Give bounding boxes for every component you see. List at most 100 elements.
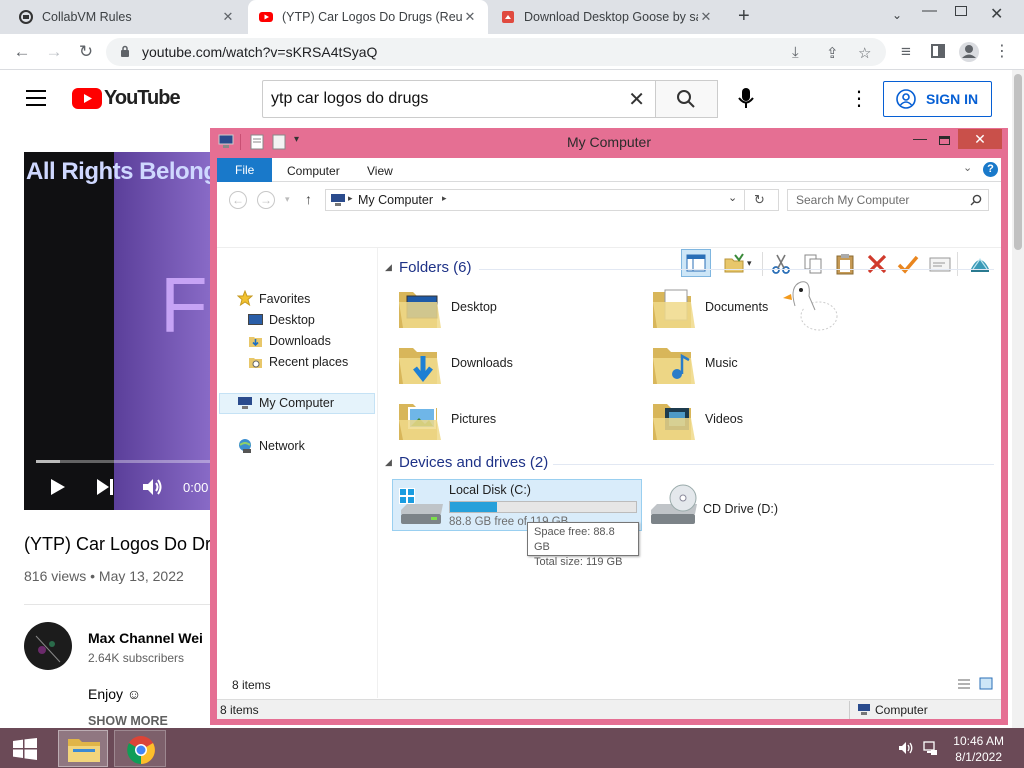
- folder-pictures[interactable]: Pictures: [397, 394, 496, 444]
- media-queue-icon[interactable]: ≡: [894, 40, 918, 64]
- window-minimize-icon[interactable]: —: [908, 130, 932, 146]
- restore-icon[interactable]: [955, 6, 967, 16]
- search-box[interactable]: Search My Computer: [787, 189, 989, 211]
- show-more-button[interactable]: SHOW MORE: [88, 714, 168, 728]
- taskbar-file-explorer[interactable]: [58, 730, 108, 767]
- new-tab-icon[interactable]: +: [738, 5, 750, 28]
- large-icons-view-icon[interactable]: [979, 677, 993, 690]
- preview-pane-button[interactable]: [681, 249, 711, 277]
- browser-menu-icon[interactable]: ⋮: [990, 40, 1014, 64]
- forward-icon[interactable]: →: [257, 191, 275, 209]
- nav-desktop[interactable]: Desktop: [248, 313, 315, 327]
- tab-desktop-goose[interactable]: Download Desktop Goose by sam ✕: [490, 0, 724, 34]
- share-icon[interactable]: ⇪: [826, 44, 839, 62]
- youtube-search-input[interactable]: ytp car logos do drugs ✕: [262, 80, 656, 118]
- explorer-window[interactable]: ▾ My Computer — ✕ File Computer View ⌄ ?…: [210, 128, 1008, 725]
- folder-music[interactable]: Music: [651, 338, 738, 388]
- delete-icon[interactable]: [866, 253, 888, 275]
- address-path-bar[interactable]: ▸ My Computer ▸ ⌄ ↻: [325, 189, 779, 211]
- lock-icon[interactable]: [120, 45, 130, 58]
- search-icon[interactable]: [970, 194, 982, 206]
- recent-locations-icon[interactable]: ▾: [285, 194, 290, 205]
- nav-my-computer[interactable]: My Computer: [237, 396, 334, 410]
- folder-documents[interactable]: Documents: [651, 282, 768, 332]
- cut-icon[interactable]: [770, 253, 792, 275]
- next-icon[interactable]: [96, 478, 114, 496]
- breadcrumb-separator-icon[interactable]: ▸: [348, 193, 353, 204]
- up-icon[interactable]: ↑: [305, 191, 312, 207]
- expand-ribbon-icon[interactable]: ⌄: [963, 161, 972, 174]
- refresh-icon[interactable]: ↻: [754, 192, 765, 208]
- folder-options-icon[interactable]: [723, 253, 745, 275]
- close-tab-icon[interactable]: ✕: [462, 9, 478, 25]
- copy-icon[interactable]: [802, 253, 824, 275]
- volume-icon[interactable]: [898, 741, 914, 755]
- download-favicon-icon: [502, 11, 514, 23]
- taskbar-chrome[interactable]: [114, 730, 166, 767]
- desktop-goose-icon[interactable]: [781, 276, 839, 334]
- play-icon[interactable]: [50, 478, 66, 496]
- address-bar[interactable]: youtube.com/watch?v=sKRSA4tSyaQ ⤓ ⇪ ☆: [106, 38, 886, 66]
- folder-downloads[interactable]: Downloads: [397, 338, 513, 388]
- nav-network[interactable]: Network: [237, 438, 305, 453]
- tab-collabvm-rules[interactable]: CollabVM Rules ✕: [8, 0, 246, 34]
- side-panel-icon[interactable]: [931, 44, 945, 58]
- paste-icon[interactable]: [834, 253, 856, 275]
- folders-group-header[interactable]: Folders (6): [399, 259, 472, 276]
- minimize-icon[interactable]: —: [922, 2, 937, 19]
- breadcrumb-separator-icon[interactable]: ▸: [442, 193, 447, 204]
- close-window-icon[interactable]: ✕: [990, 4, 1003, 24]
- tab-youtube-video[interactable]: (YTP) Car Logos Do Drugs (Reupl ✕: [248, 0, 488, 34]
- close-tab-icon[interactable]: ✕: [220, 9, 236, 25]
- folder-options-dropdown-icon[interactable]: ▾: [747, 258, 752, 269]
- network-tray-icon[interactable]: [922, 741, 938, 756]
- properties-check-icon[interactable]: [897, 253, 919, 275]
- tab-search-chevron-icon[interactable]: ⌄: [892, 8, 902, 22]
- folder-videos[interactable]: Videos: [651, 394, 743, 444]
- reload-icon[interactable]: ↻: [74, 40, 98, 64]
- folder-desktop[interactable]: Desktop: [397, 282, 497, 332]
- volume-icon[interactable]: [142, 477, 164, 497]
- drive-cd-d[interactable]: CD Drive (D:): [649, 484, 778, 529]
- nav-downloads[interactable]: Downloads: [248, 334, 331, 348]
- clear-search-icon[interactable]: ✕: [628, 87, 645, 112]
- collapse-group-icon[interactable]: ◢: [385, 457, 392, 468]
- address-path-text[interactable]: My Computer: [358, 193, 433, 207]
- sign-in-button[interactable]: SIGN IN: [883, 81, 992, 117]
- window-close-button[interactable]: ✕: [958, 129, 1002, 149]
- settings-more-icon[interactable]: ⋮: [849, 86, 869, 111]
- channel-name[interactable]: Max Channel Wei: [88, 630, 203, 646]
- start-windows-icon[interactable]: [12, 738, 38, 760]
- email-icon[interactable]: [929, 253, 951, 275]
- forward-icon[interactable]: →: [42, 40, 66, 64]
- subscriber-count: 2.64K subscribers: [88, 651, 185, 665]
- back-icon[interactable]: ←: [229, 191, 247, 209]
- page-scrollbar[interactable]: [1012, 70, 1024, 728]
- hamburger-menu-icon[interactable]: [26, 90, 46, 106]
- ribbon-tab-file[interactable]: File: [217, 158, 273, 182]
- microphone-icon[interactable]: [738, 88, 754, 110]
- scrollbar-thumb[interactable]: [1014, 74, 1022, 250]
- nav-favorites[interactable]: Favorites: [259, 292, 310, 306]
- channel-avatar[interactable]: [24, 622, 72, 670]
- ribbon-tab-computer[interactable]: Computer: [277, 160, 350, 182]
- youtube-logo[interactable]: YouTube: [72, 87, 181, 110]
- search-button[interactable]: [655, 80, 718, 118]
- devices-group-header[interactable]: Devices and drives (2): [399, 454, 548, 471]
- profile-avatar-icon[interactable]: [958, 41, 980, 63]
- bookmark-star-icon[interactable]: ☆: [858, 44, 871, 62]
- video-player[interactable]: All Rights Belong Fu 0:00: [24, 152, 214, 510]
- collapse-group-icon[interactable]: ◢: [385, 262, 392, 273]
- ribbon-tab-view[interactable]: View: [357, 160, 403, 182]
- help-icon[interactable]: ?: [983, 162, 998, 177]
- taskbar-clock[interactable]: 10:46 AM 8/1/2022: [953, 733, 1004, 765]
- back-icon[interactable]: ←: [10, 40, 34, 64]
- close-tab-icon[interactable]: ✕: [698, 9, 714, 25]
- video-progress-bar[interactable]: [36, 460, 214, 463]
- install-app-icon[interactable]: ⤓: [792, 44, 799, 61]
- window-maximize-icon[interactable]: [939, 136, 950, 145]
- address-history-dropdown-icon[interactable]: ⌄: [728, 191, 737, 204]
- nav-recent-places[interactable]: Recent places: [248, 355, 348, 369]
- classic-shell-icon[interactable]: [969, 253, 991, 275]
- details-view-icon[interactable]: [957, 678, 971, 690]
